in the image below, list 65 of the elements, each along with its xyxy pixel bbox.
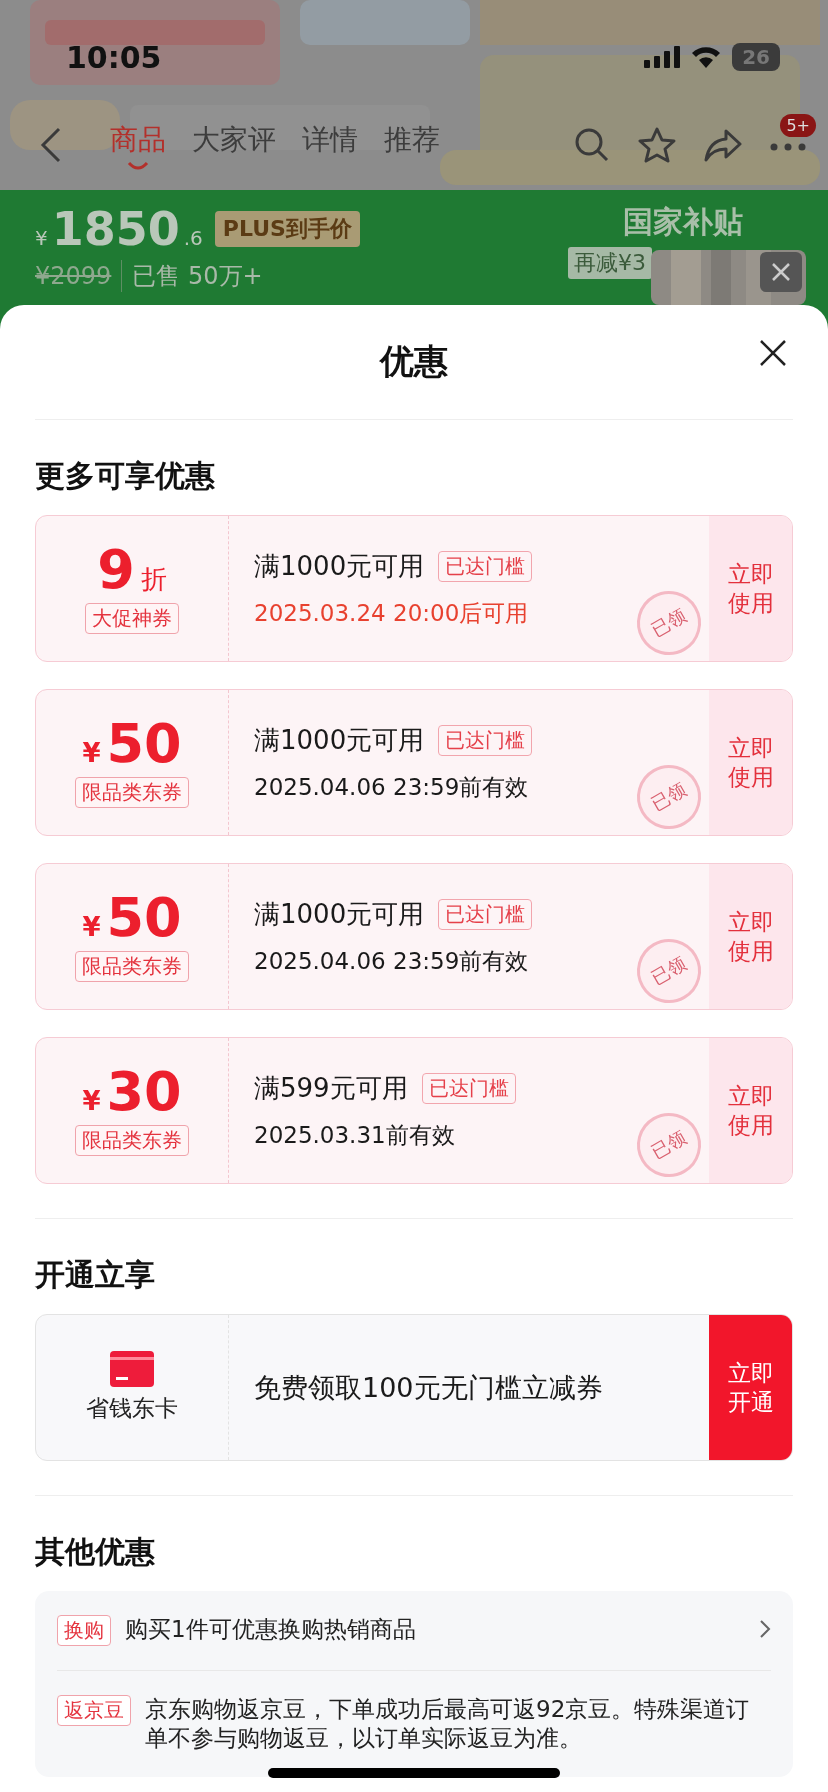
more-icon[interactable] — [770, 142, 806, 151]
nav-tab[interactable]: 详情 — [302, 121, 358, 169]
use-coupon-button[interactable]: 立即使用 — [709, 690, 792, 835]
offer-tag: 换购 — [57, 1615, 111, 1646]
sheet-title: 优惠 — [380, 340, 448, 383]
share-icon[interactable] — [704, 128, 742, 162]
coupon-condition: 满599元可用 — [254, 1071, 408, 1105]
wifi-icon — [690, 45, 723, 69]
currency-sign: ¥ — [35, 226, 48, 250]
star-icon[interactable] — [638, 127, 676, 163]
close-icon — [759, 339, 787, 367]
threshold-tag: 已达门槛 — [438, 550, 533, 582]
use-coupon-button[interactable]: 立即使用 — [709, 516, 792, 661]
status-time: 10:05 — [66, 39, 162, 75]
coupon-type-tag: 大促神券 — [85, 603, 179, 634]
close-icon — [771, 262, 791, 282]
currency-sign: ¥ — [82, 912, 101, 942]
coupon-condition: 满1000元可用 — [254, 549, 425, 583]
underline-icon — [127, 161, 149, 171]
offer-text: 购买1件可优惠换购热销商品 — [125, 1615, 417, 1644]
back-icon[interactable] — [40, 127, 62, 163]
discount-unit: 折 — [140, 563, 167, 596]
section-title: 开通立享 — [35, 1256, 156, 1294]
threshold-tag: 已达门槛 — [421, 1072, 516, 1104]
subsidy-title: 国家补贴 — [623, 203, 743, 241]
coupon-type-tag: 限品类东券 — [75, 951, 189, 982]
search-icon[interactable] — [574, 127, 610, 163]
coupon-condition: 满1000元可用 — [254, 723, 425, 757]
chevron-icon[interactable] — [759, 1619, 771, 1639]
coupon-type-tag: 限品类东券 — [75, 777, 189, 808]
offer-text: 京东购物返京豆，下单成功后最高可返92京豆。特殊渠道订单不参与购物返豆，以订单实际返豆为准。 — [145, 1695, 751, 1753]
signal-icon — [644, 46, 681, 68]
nav-tab[interactable]: 大家评 — [192, 121, 276, 169]
coupon-amount: 50 — [106, 891, 182, 945]
original-price: ¥2099 — [35, 262, 112, 290]
nav-tab[interactable]: 推荐 — [384, 121, 440, 169]
currency-sign: ¥ — [82, 738, 101, 768]
coupon-amount: 50 — [106, 717, 182, 771]
use-coupon-button[interactable]: 立即使用 — [709, 1038, 792, 1183]
offer-text: 免费领取100元无门槛立减券 — [254, 1370, 603, 1405]
threshold-tag: 已达门槛 — [438, 724, 533, 756]
price-tag: PLUS到手价 — [214, 211, 360, 247]
discount-value: 9 — [97, 543, 135, 597]
price-decimal: .6 — [183, 226, 203, 250]
coupon-validity: 2025.04.06 23:59前有效 — [254, 772, 529, 802]
coupon-validity: 2025.03.24 20:00后可用 — [254, 598, 529, 628]
activate-button[interactable]: 立即开通 — [709, 1315, 792, 1460]
coupon-condition: 满1000元可用 — [254, 897, 425, 931]
sold-count: 已售 50万+ — [121, 260, 263, 292]
card-name: 省钱东卡 — [86, 1394, 178, 1423]
coupon-validity: 2025.04.06 23:59前有效 — [254, 946, 529, 976]
threshold-tag: 已达门槛 — [438, 898, 533, 930]
currency-sign: ¥ — [82, 1086, 101, 1116]
nav-tab[interactable]: 商品 — [110, 121, 166, 169]
section-title: 其他优惠 — [35, 1533, 156, 1571]
price: 1850 — [51, 202, 180, 256]
card-icon — [110, 1351, 154, 1387]
coupon-amount: 30 — [106, 1065, 182, 1119]
section-title: 更多可享优惠 — [35, 457, 216, 495]
coupon-validity: 2025.03.31前有效 — [254, 1120, 455, 1150]
offer-tag: 返京豆 — [57, 1695, 131, 1726]
coupon-type-tag: 限品类东券 — [75, 1125, 189, 1156]
battery-level: 26 — [732, 43, 780, 71]
subsidy-note: 再减¥3 — [568, 247, 652, 279]
use-coupon-button[interactable]: 立即使用 — [709, 864, 792, 1009]
